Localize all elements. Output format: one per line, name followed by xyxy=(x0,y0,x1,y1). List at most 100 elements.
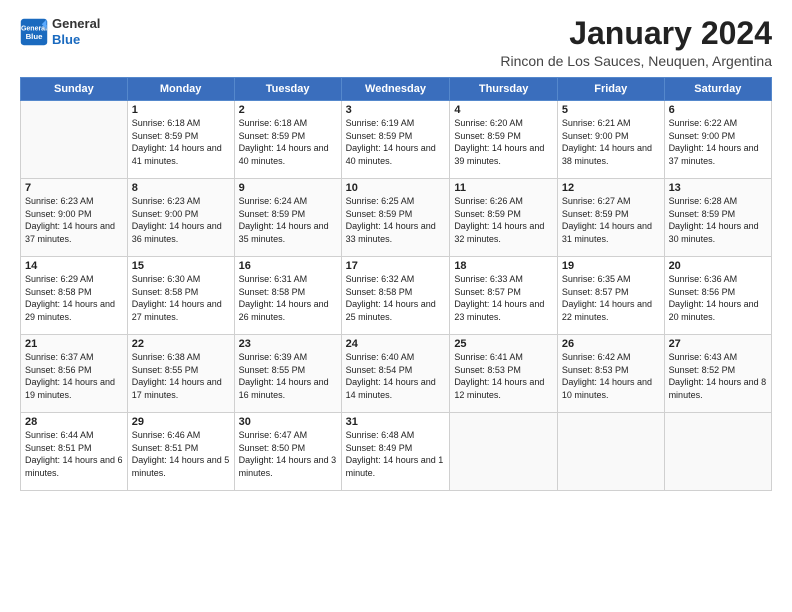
date-number: 4 xyxy=(454,104,553,116)
daylight-text: Daylight: 14 hours and 32 minutes. xyxy=(454,220,553,245)
daylight-text: Daylight: 14 hours and 14 minutes. xyxy=(346,376,446,401)
svg-text:Blue: Blue xyxy=(26,32,44,41)
calendar-cell: 25 Sunrise: 6:41 AM Sunset: 8:53 PM Dayl… xyxy=(450,335,558,413)
sunrise-text: Sunrise: 6:32 AM xyxy=(346,273,446,286)
date-number: 26 xyxy=(562,338,660,350)
sunrise-text: Sunrise: 6:33 AM xyxy=(454,273,553,286)
subtitle: Rincon de Los Sauces, Neuquen, Argentina xyxy=(500,53,772,69)
sunrise-text: Sunrise: 6:38 AM xyxy=(132,351,230,364)
calendar-cell: 17 Sunrise: 6:32 AM Sunset: 8:58 PM Dayl… xyxy=(341,257,450,335)
header: General Blue General Blue January 2024 R… xyxy=(20,16,772,69)
title-block: January 2024 Rincon de Los Sauces, Neuqu… xyxy=(500,16,772,69)
sunset-text: Sunset: 9:00 PM xyxy=(25,208,123,221)
header-thursday: Thursday xyxy=(450,78,558,101)
cell-info: Sunrise: 6:42 AM Sunset: 8:53 PM Dayligh… xyxy=(562,351,660,401)
date-number: 25 xyxy=(454,338,553,350)
daylight-text: Daylight: 14 hours and 38 minutes. xyxy=(562,142,660,167)
daylight-text: Daylight: 14 hours and 40 minutes. xyxy=(346,142,446,167)
sunset-text: Sunset: 8:59 PM xyxy=(562,208,660,221)
calendar-cell: 23 Sunrise: 6:39 AM Sunset: 8:55 PM Dayl… xyxy=(234,335,341,413)
sunset-text: Sunset: 8:57 PM xyxy=(454,286,553,299)
calendar-cell: 13 Sunrise: 6:28 AM Sunset: 8:59 PM Dayl… xyxy=(664,179,771,257)
daylight-text: Daylight: 14 hours and 35 minutes. xyxy=(239,220,337,245)
cell-info: Sunrise: 6:25 AM Sunset: 8:59 PM Dayligh… xyxy=(346,195,446,245)
header-wednesday: Wednesday xyxy=(341,78,450,101)
sunrise-text: Sunrise: 6:41 AM xyxy=(454,351,553,364)
date-number: 18 xyxy=(454,260,553,272)
sunset-text: Sunset: 8:59 PM xyxy=(454,130,553,143)
daylight-text: Daylight: 14 hours and 20 minutes. xyxy=(669,298,767,323)
calendar-cell xyxy=(21,101,128,179)
calendar-cell: 2 Sunrise: 6:18 AM Sunset: 8:59 PM Dayli… xyxy=(234,101,341,179)
daylight-text: Daylight: 14 hours and 41 minutes. xyxy=(132,142,230,167)
calendar-cell: 3 Sunrise: 6:19 AM Sunset: 8:59 PM Dayli… xyxy=(341,101,450,179)
daylight-text: Daylight: 14 hours and 22 minutes. xyxy=(562,298,660,323)
cell-info: Sunrise: 6:18 AM Sunset: 8:59 PM Dayligh… xyxy=(132,117,230,167)
date-number: 3 xyxy=(346,104,446,116)
sunrise-text: Sunrise: 6:27 AM xyxy=(562,195,660,208)
week-row-5: 28 Sunrise: 6:44 AM Sunset: 8:51 PM Dayl… xyxy=(21,413,772,491)
date-number: 9 xyxy=(239,182,337,194)
sunset-text: Sunset: 8:59 PM xyxy=(346,130,446,143)
date-number: 28 xyxy=(25,416,123,428)
sunrise-text: Sunrise: 6:28 AM xyxy=(669,195,767,208)
calendar-cell xyxy=(664,413,771,491)
cell-info: Sunrise: 6:32 AM Sunset: 8:58 PM Dayligh… xyxy=(346,273,446,323)
sunset-text: Sunset: 9:00 PM xyxy=(669,130,767,143)
main-title: January 2024 xyxy=(500,16,772,51)
sunrise-text: Sunrise: 6:20 AM xyxy=(454,117,553,130)
sunset-text: Sunset: 8:55 PM xyxy=(239,364,337,377)
calendar-cell: 21 Sunrise: 6:37 AM Sunset: 8:56 PM Dayl… xyxy=(21,335,128,413)
sunrise-text: Sunrise: 6:44 AM xyxy=(25,429,123,442)
sunrise-text: Sunrise: 6:36 AM xyxy=(669,273,767,286)
cell-info: Sunrise: 6:19 AM Sunset: 8:59 PM Dayligh… xyxy=(346,117,446,167)
header-tuesday: Tuesday xyxy=(234,78,341,101)
sunset-text: Sunset: 8:53 PM xyxy=(562,364,660,377)
daylight-text: Daylight: 14 hours and 23 minutes. xyxy=(454,298,553,323)
cell-info: Sunrise: 6:41 AM Sunset: 8:53 PM Dayligh… xyxy=(454,351,553,401)
sunset-text: Sunset: 8:56 PM xyxy=(25,364,123,377)
sunrise-text: Sunrise: 6:23 AM xyxy=(25,195,123,208)
sunrise-text: Sunrise: 6:21 AM xyxy=(562,117,660,130)
date-number: 24 xyxy=(346,338,446,350)
sunrise-text: Sunrise: 6:40 AM xyxy=(346,351,446,364)
sunrise-text: Sunrise: 6:43 AM xyxy=(669,351,767,364)
date-number: 5 xyxy=(562,104,660,116)
calendar-cell: 10 Sunrise: 6:25 AM Sunset: 8:59 PM Dayl… xyxy=(341,179,450,257)
sunrise-text: Sunrise: 6:30 AM xyxy=(132,273,230,286)
calendar-cell: 24 Sunrise: 6:40 AM Sunset: 8:54 PM Dayl… xyxy=(341,335,450,413)
logo: General Blue General Blue xyxy=(20,16,100,47)
date-number: 16 xyxy=(239,260,337,272)
sunset-text: Sunset: 8:59 PM xyxy=(669,208,767,221)
cell-info: Sunrise: 6:37 AM Sunset: 8:56 PM Dayligh… xyxy=(25,351,123,401)
calendar-cell: 9 Sunrise: 6:24 AM Sunset: 8:59 PM Dayli… xyxy=(234,179,341,257)
sunset-text: Sunset: 8:50 PM xyxy=(239,442,337,455)
date-number: 20 xyxy=(669,260,767,272)
sunset-text: Sunset: 8:52 PM xyxy=(669,364,767,377)
calendar-cell: 22 Sunrise: 6:38 AM Sunset: 8:55 PM Dayl… xyxy=(127,335,234,413)
sunrise-text: Sunrise: 6:22 AM xyxy=(669,117,767,130)
sunset-text: Sunset: 8:51 PM xyxy=(25,442,123,455)
sunset-text: Sunset: 8:51 PM xyxy=(132,442,230,455)
daylight-text: Daylight: 14 hours and 3 minutes. xyxy=(239,454,337,479)
sunset-text: Sunset: 8:58 PM xyxy=(239,286,337,299)
calendar-cell: 20 Sunrise: 6:36 AM Sunset: 8:56 PM Dayl… xyxy=(664,257,771,335)
daylight-text: Daylight: 14 hours and 36 minutes. xyxy=(132,220,230,245)
sunrise-text: Sunrise: 6:47 AM xyxy=(239,429,337,442)
calendar-cell: 1 Sunrise: 6:18 AM Sunset: 8:59 PM Dayli… xyxy=(127,101,234,179)
sunset-text: Sunset: 8:59 PM xyxy=(239,130,337,143)
daylight-text: Daylight: 14 hours and 39 minutes. xyxy=(454,142,553,167)
cell-info: Sunrise: 6:40 AM Sunset: 8:54 PM Dayligh… xyxy=(346,351,446,401)
sunset-text: Sunset: 8:55 PM xyxy=(132,364,230,377)
calendar-table: Sunday Monday Tuesday Wednesday Thursday… xyxy=(20,77,772,491)
sunset-text: Sunset: 8:59 PM xyxy=(239,208,337,221)
daylight-text: Daylight: 14 hours and 17 minutes. xyxy=(132,376,230,401)
header-row: Sunday Monday Tuesday Wednesday Thursday… xyxy=(21,78,772,101)
calendar-cell: 30 Sunrise: 6:47 AM Sunset: 8:50 PM Dayl… xyxy=(234,413,341,491)
date-number: 2 xyxy=(239,104,337,116)
header-monday: Monday xyxy=(127,78,234,101)
daylight-text: Daylight: 14 hours and 37 minutes. xyxy=(25,220,123,245)
sunset-text: Sunset: 8:54 PM xyxy=(346,364,446,377)
sunrise-text: Sunrise: 6:18 AM xyxy=(132,117,230,130)
sunrise-text: Sunrise: 6:31 AM xyxy=(239,273,337,286)
